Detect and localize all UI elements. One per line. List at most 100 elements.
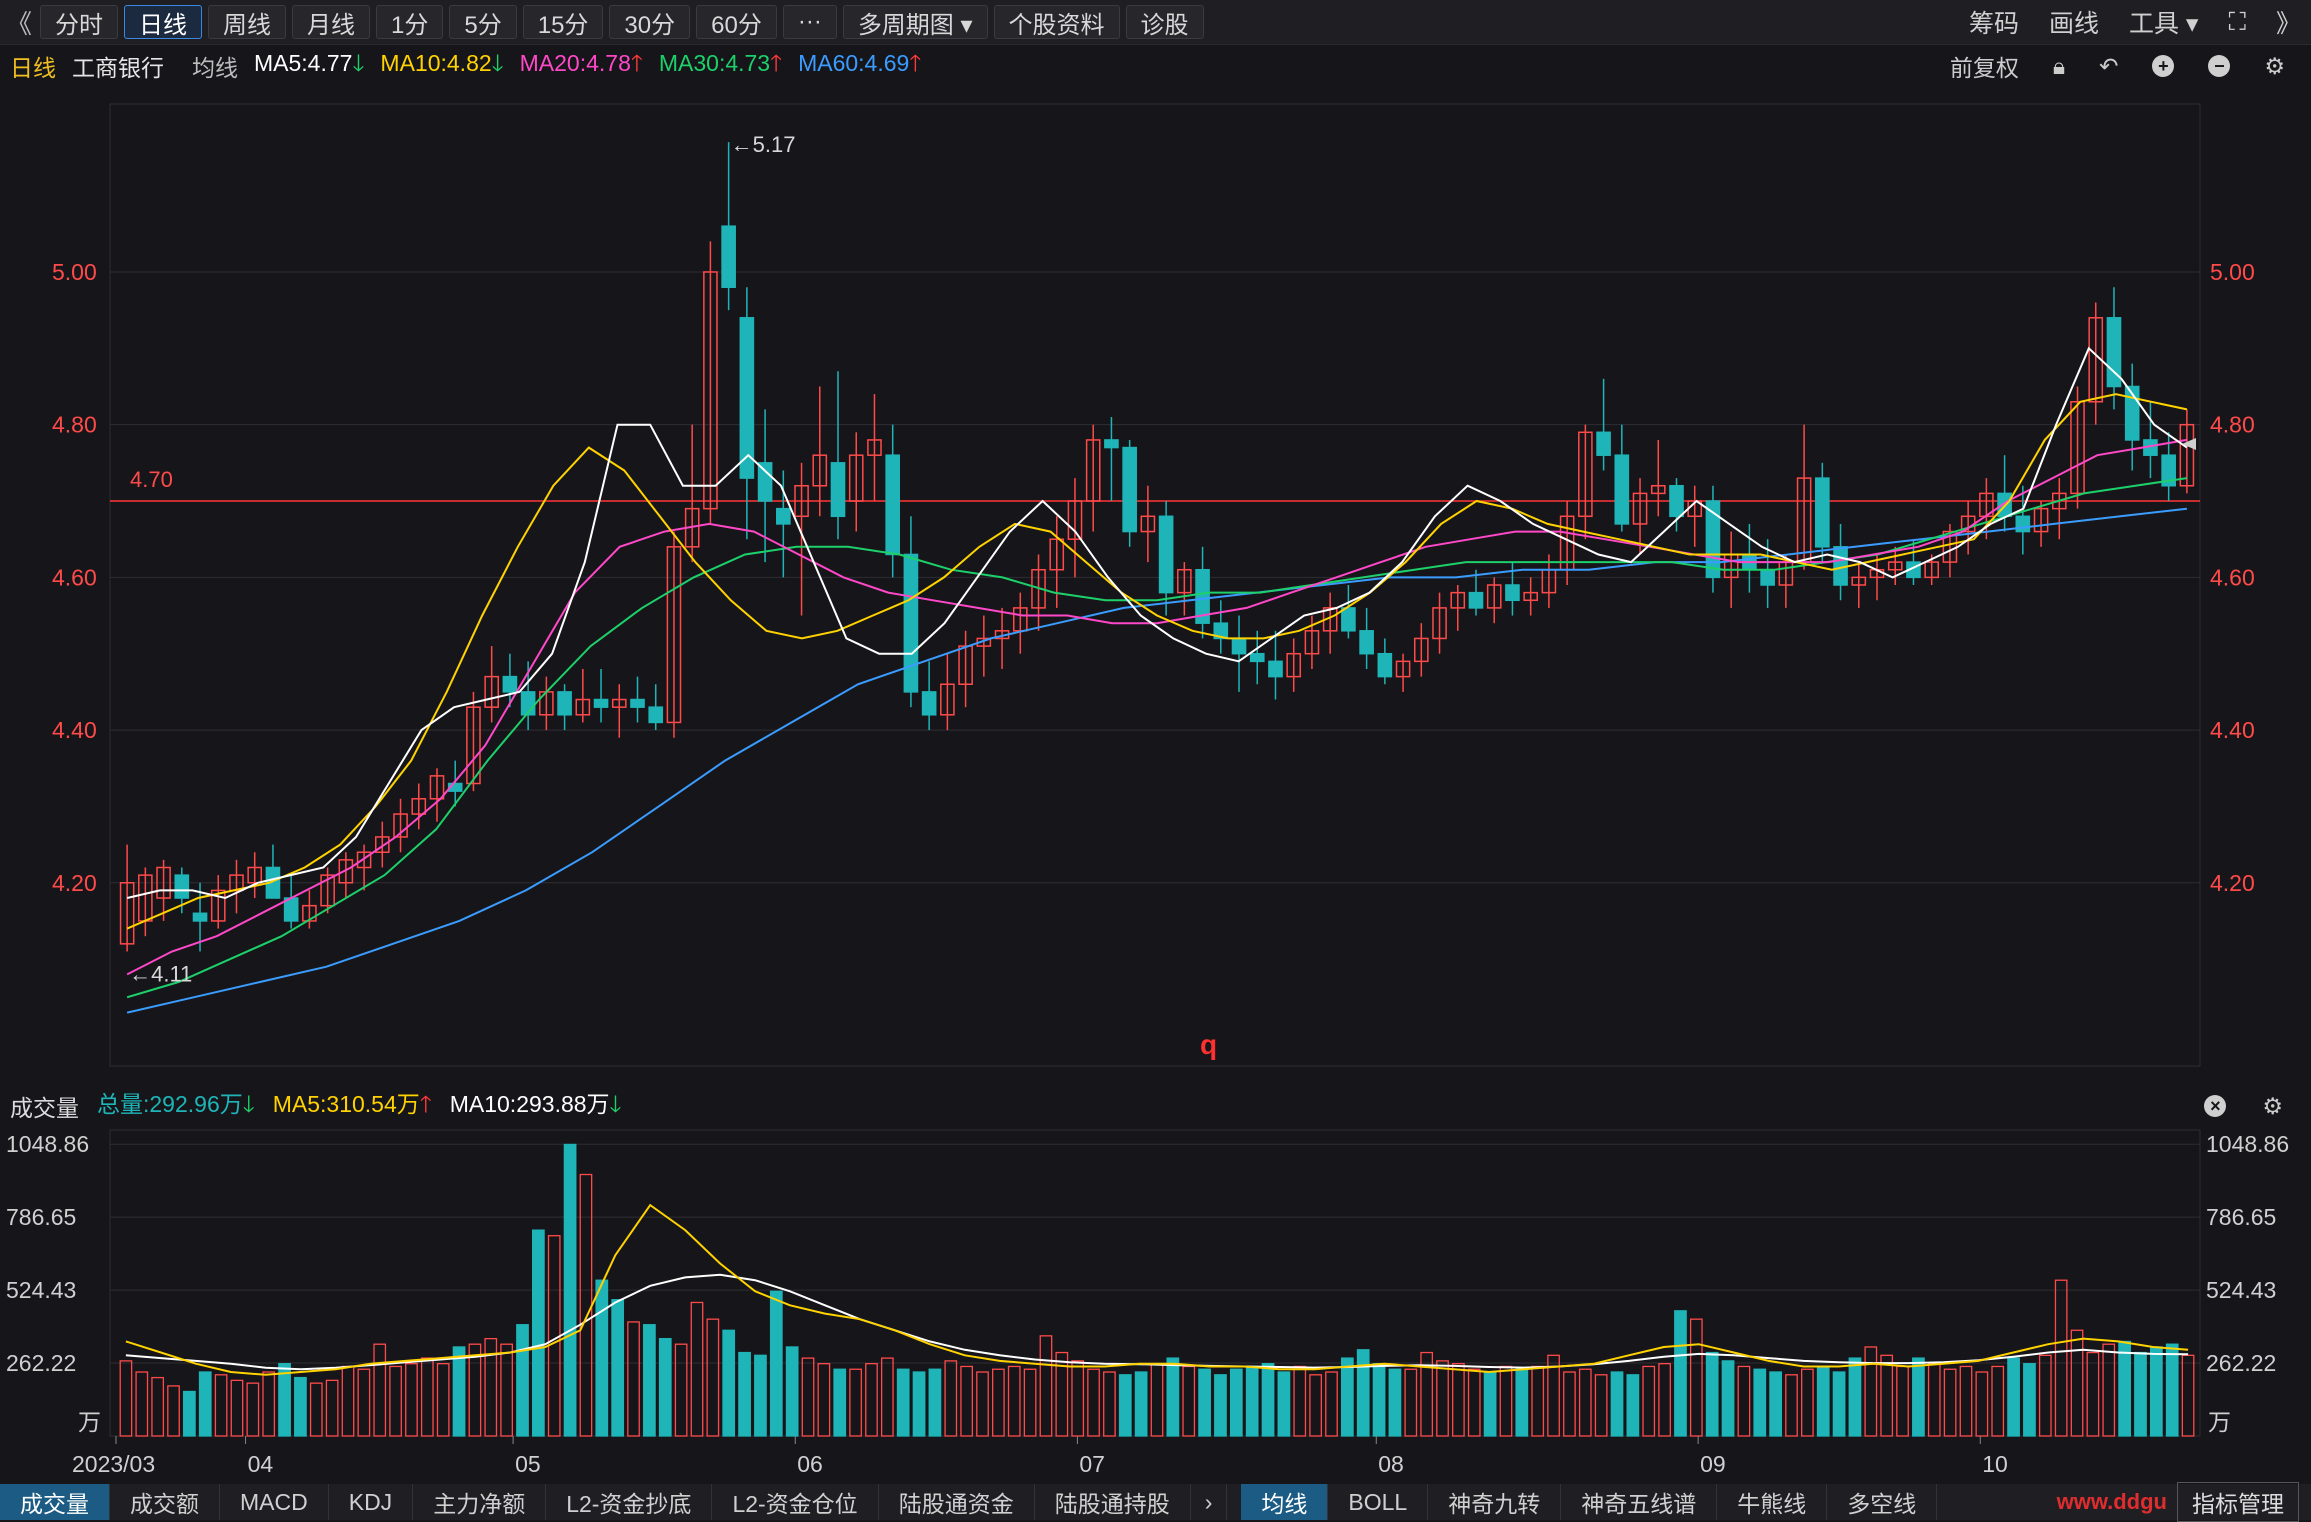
- indicator-tab-5[interactable]: L2-资金抄底: [546, 1484, 713, 1520]
- candle: [812, 386, 828, 517]
- down-arrow-icon: 🡓: [242, 1091, 255, 1117]
- candle: [338, 852, 354, 899]
- volume-bar: [2134, 1351, 2147, 1437]
- volume-bar: [785, 1346, 799, 1437]
- close-icon[interactable]: ×: [2204, 1095, 2227, 1117]
- period-button-6[interactable]: 15分: [522, 5, 604, 39]
- volume-bar: [563, 1143, 577, 1437]
- period-button-0[interactable]: 分时: [40, 5, 118, 39]
- zoom-in-icon[interactable]: +: [2152, 55, 2175, 77]
- tools-dropdown[interactable]: 工具 ▾: [2129, 4, 2199, 40]
- ma20-line: [126, 438, 2188, 976]
- overlay-tab-4[interactable]: 牛熊线: [1717, 1484, 1828, 1520]
- volume-bar: [627, 1321, 640, 1437]
- candle: [1486, 577, 1502, 624]
- overlay-tab-3[interactable]: 神奇五线谱: [1561, 1484, 1718, 1520]
- candle: [1833, 523, 1848, 601]
- period-button-5[interactable]: 5分: [449, 5, 517, 39]
- volume-tick-left: 1048.86: [6, 1131, 89, 1157]
- volume-bar: [1674, 1310, 1687, 1437]
- candle-body: [885, 454, 901, 556]
- adjust-dropdown[interactable]: 前复权: [1950, 49, 2019, 83]
- period-button-10[interactable]: 多周期图 ▾: [842, 5, 988, 39]
- period-button-9[interactable]: ···: [782, 5, 837, 39]
- volume-bar: [1578, 1368, 1592, 1437]
- period-button-11[interactable]: 个股资料: [993, 5, 1120, 39]
- candle: [447, 760, 463, 807]
- candle: [138, 867, 153, 937]
- volume-bar: [547, 1235, 561, 1437]
- collapse-left-icon[interactable]: 《: [4, 4, 34, 41]
- volume-bar: [2118, 1340, 2131, 1437]
- indicator-manage-button[interactable]: 指标管理: [2177, 1482, 2299, 1522]
- indicator-tab-6[interactable]: L2-资金仓位: [712, 1484, 879, 1520]
- indicator-tab-8[interactable]: 陆股通持股: [1035, 1484, 1191, 1520]
- volume-bar: [928, 1368, 942, 1437]
- volume-bar: [167, 1385, 180, 1437]
- volume-bar: [1689, 1318, 1703, 1437]
- indicator-tab-4[interactable]: 主力净额: [413, 1484, 547, 1520]
- candle: [1268, 630, 1283, 700]
- period-label: 日线: [10, 55, 56, 81]
- period-button-1[interactable]: 日线: [124, 5, 202, 39]
- tabs-scroll-icon[interactable]: ›: [1191, 1484, 1228, 1520]
- candle: [867, 394, 882, 502]
- indicator-tab-0[interactable]: 成交量: [0, 1484, 110, 1520]
- fullscreen-icon[interactable]: ⛶: [2228, 8, 2246, 37]
- kline-chart[interactable]: 5.00 5.00 4.80 4.80 4.60 4.60 4.40 4.40 4.20 4.20…: [0, 88, 2311, 1088]
- undo-icon[interactable]: ↶: [2099, 53, 2118, 80]
- candle-body: [1249, 652, 1265, 663]
- period-button-4[interactable]: 1分: [376, 5, 444, 39]
- stock-name[interactable]: 工商银行: [72, 49, 164, 83]
- period-button-7[interactable]: 30分: [609, 5, 691, 39]
- volume-bar: [1118, 1374, 1132, 1437]
- period-button-2[interactable]: 周线: [208, 5, 286, 39]
- candle-body: [1468, 591, 1484, 609]
- up-arrow-icon: 🡑: [770, 49, 783, 76]
- candle: [575, 668, 591, 723]
- volume-bar: [817, 1363, 831, 1437]
- x-label: 07: [1079, 1451, 1105, 1477]
- volume-tick-right: 262.22: [2206, 1350, 2276, 1376]
- indicator-tab-1[interactable]: 成交额: [110, 1484, 220, 1520]
- volume-chart[interactable]: 1048.86 1048.86 786.65 786.65 524.43 524.43 26…: [0, 1124, 2311, 1484]
- price-tick-left: 4.80: [52, 412, 97, 438]
- x-label: 06: [797, 1451, 823, 1477]
- expand-right-icon[interactable]: 》: [2276, 4, 2301, 40]
- volume-bar: [1340, 1357, 1354, 1437]
- volume-bar: [1356, 1349, 1370, 1437]
- volume-bar: [309, 1382, 323, 1437]
- volume-bar: [357, 1368, 371, 1437]
- overlay-tab-0[interactable]: 均线: [1241, 1484, 1329, 1520]
- down-arrow-icon: 🡓: [609, 1091, 622, 1117]
- indicator-tab-3[interactable]: KDJ: [329, 1484, 414, 1520]
- volume-bar: [1277, 1371, 1291, 1437]
- candle: [1815, 462, 1830, 563]
- period-button-3[interactable]: 月线: [292, 5, 370, 39]
- period-button-12[interactable]: 诊股: [1125, 5, 1204, 39]
- volume-bar: [1467, 1368, 1481, 1437]
- price-tick-right: 4.80: [2210, 412, 2255, 438]
- volume-bar: [595, 1279, 609, 1437]
- indicator-tab-2[interactable]: MACD: [220, 1484, 329, 1520]
- overlay-tab-5[interactable]: 多空线: [1827, 1484, 1938, 1520]
- indicator-tab-7[interactable]: 陆股通资金: [879, 1484, 1035, 1520]
- draw-line-button[interactable]: 画线: [2049, 4, 2099, 40]
- lock-icon[interactable]: 🔒︎: [2053, 53, 2065, 80]
- settings-gear-icon[interactable]: ⚙: [2264, 53, 2285, 80]
- candle: [1377, 638, 1393, 685]
- candle: [848, 432, 864, 532]
- candle: [794, 462, 809, 616]
- overlay-tab-1[interactable]: BOLL: [1328, 1484, 1429, 1520]
- zoom-out-icon[interactable]: −: [2208, 55, 2231, 77]
- candle-body: [1158, 515, 1174, 594]
- candle-body: [830, 462, 846, 518]
- chip-button[interactable]: 筹码: [1969, 4, 2019, 40]
- period-button-8[interactable]: 60分: [696, 5, 777, 39]
- settings-gear-icon[interactable]: ⚙: [2262, 1093, 2283, 1120]
- candle-body: [721, 225, 736, 288]
- ma-title[interactable]: 均线: [192, 49, 238, 83]
- overlay-tab-2[interactable]: 神奇九转: [1428, 1484, 1562, 1520]
- volume-bar: [658, 1337, 672, 1437]
- volume-title[interactable]: 成交量: [10, 1089, 79, 1123]
